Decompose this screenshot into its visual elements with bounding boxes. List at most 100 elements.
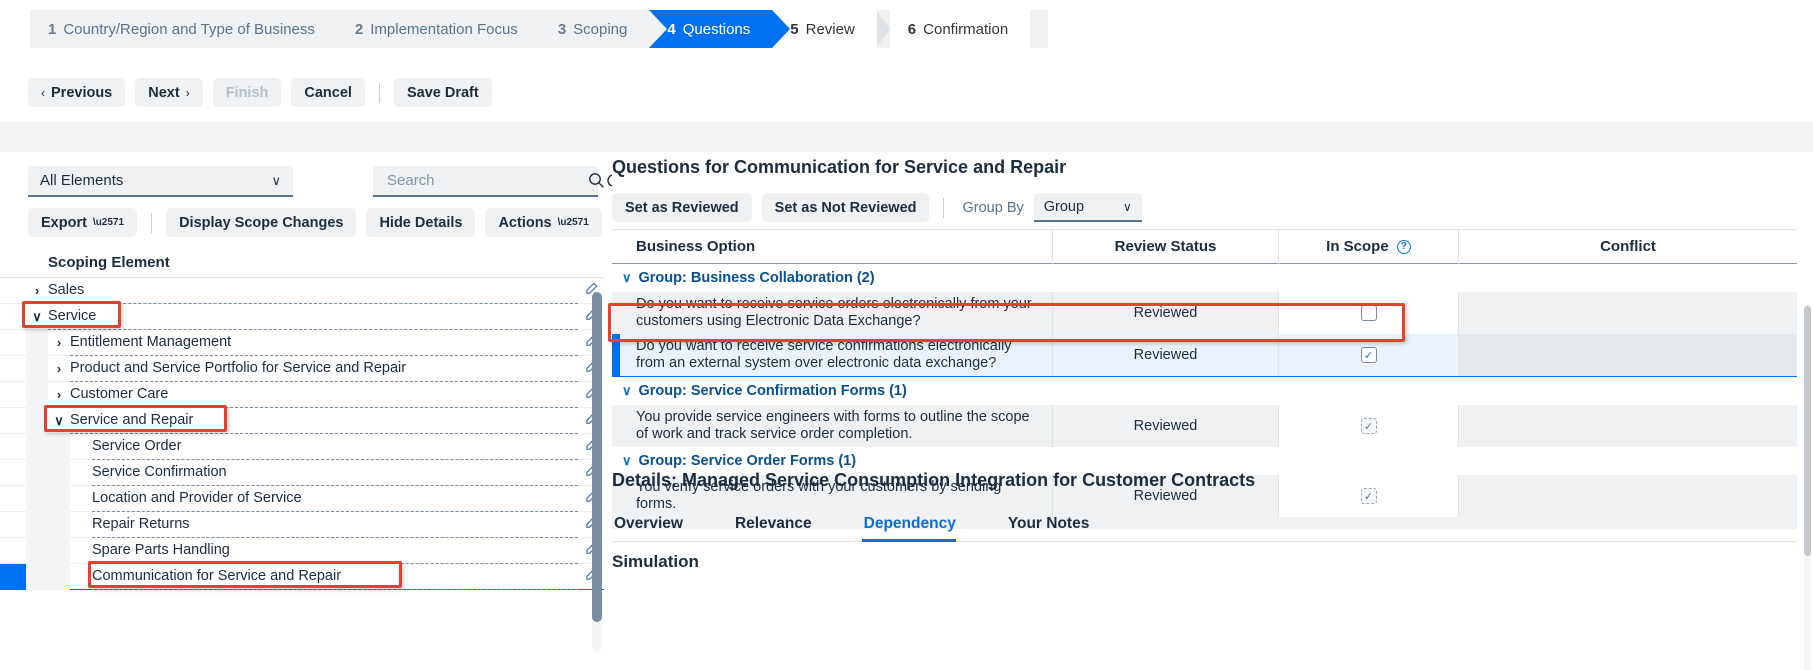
cancel-button[interactable]: Cancel xyxy=(291,78,365,107)
chevron-down-icon: ∨ xyxy=(271,172,281,188)
tree-row[interactable]: Spare Parts Handlingx xyxy=(0,537,604,564)
chevron-right-icon[interactable]: › xyxy=(48,356,70,382)
wizard-step-3[interactable]: 3 Scoping xyxy=(539,10,650,48)
chevron-down-icon[interactable]: ∨ xyxy=(622,453,632,469)
chevron-right-icon[interactable]: › xyxy=(26,278,48,304)
question-row-selection-indicator xyxy=(612,334,620,376)
column-header-in-scope-label: In Scope xyxy=(1326,238,1389,255)
display-scope-changes-button[interactable]: Display Scope Changes xyxy=(166,208,357,237)
tree-row-selection-indicator xyxy=(0,330,26,356)
question-in-scope-cell: ✓ xyxy=(1278,334,1458,376)
tree-row[interactable]: Service Orderx xyxy=(0,433,604,460)
tree-row[interactable]: Repair Returnsx xyxy=(0,511,604,538)
set-as-reviewed-button[interactable]: Set as Reviewed xyxy=(612,193,752,222)
save-draft-button[interactable]: Save Draft xyxy=(393,78,492,107)
tree-column-header-label: Scoping Element xyxy=(48,253,170,271)
previous-button[interactable]: ‹ Previous xyxy=(28,78,126,107)
header-band-divider xyxy=(0,122,1813,152)
in-scope-checkbox[interactable] xyxy=(1360,305,1377,321)
question-group-header[interactable]: ∨ Group: Service Confirmation Forms (1) xyxy=(612,377,1797,405)
question-row[interactable]: You provide service engineers with forms… xyxy=(612,405,1797,447)
wizard-step-2[interactable]: 2 Implementation Focus xyxy=(336,10,540,48)
tree-row-selection-indicator xyxy=(0,356,26,382)
simulation-section-title: Simulation xyxy=(612,552,699,571)
questions-toolbar: Set as Reviewed Set as Not Reviewed Grou… xyxy=(612,193,1142,222)
tree-row[interactable]: ›Customer Carex xyxy=(0,381,604,408)
question-row[interactable]: Do you want to receive service confirmat… xyxy=(612,334,1797,377)
question-conflict-cell xyxy=(1458,405,1797,447)
question-row-selection-indicator xyxy=(612,405,620,447)
page-scrollbar[interactable] xyxy=(1804,306,1811,670)
search-field[interactable] xyxy=(373,166,620,197)
tree-row-indent xyxy=(26,407,48,434)
tab-dependency[interactable]: Dependency xyxy=(861,515,980,542)
actions-button[interactable]: Actions \u2571 xyxy=(485,208,602,237)
tree-row-label: Product and Service Portfolio for Servic… xyxy=(70,360,417,376)
chevron-down-icon[interactable]: ∨ xyxy=(26,304,48,330)
tree-row-indent xyxy=(26,329,48,356)
tree-row-label-wrap: Service Order xyxy=(92,434,578,460)
question-group-label: Group: Business Collaboration (2) xyxy=(638,270,875,286)
in-scope-checkbox[interactable]: ✓ xyxy=(1360,347,1377,363)
tree-row[interactable]: ∨Servicex xyxy=(0,304,604,330)
column-header-conflict[interactable]: Conflict xyxy=(1458,229,1797,264)
tree-row-label: Spare Parts Handling xyxy=(92,542,240,558)
group-by-select[interactable]: Group ∨ xyxy=(1033,193,1142,222)
wizard-step-1[interactable]: 1 Country/Region and Type of Business xyxy=(30,10,337,48)
column-header-review-status[interactable]: Review Status xyxy=(1052,229,1278,264)
wizard-step-label: Scoping xyxy=(573,20,628,38)
tree-scrollbar[interactable] xyxy=(592,292,602,652)
tab-overview[interactable]: Overview xyxy=(612,515,707,541)
elements-filter-select[interactable]: All Elements ∨ xyxy=(28,166,293,197)
search-icon[interactable] xyxy=(588,169,605,193)
wizard-header: 1 Country/Region and Type of Business 2 Imp… xyxy=(0,0,1813,152)
question-row[interactable]: Do you want to receive service orders el… xyxy=(612,292,1797,334)
tree-row[interactable]: ›Entitlement Managementx xyxy=(0,329,604,356)
column-header-in-scope[interactable]: In Scope ? xyxy=(1278,229,1458,264)
tree-row-label: Repair Returns xyxy=(92,516,200,532)
tree-row[interactable]: Service Confirmationx xyxy=(0,459,604,486)
chevron-down-icon[interactable]: ∨ xyxy=(622,270,632,286)
tab-relevance[interactable]: Relevance xyxy=(733,515,836,541)
tree-row[interactable]: ∨Service and Repairx xyxy=(0,407,604,434)
chevron-right-icon[interactable]: › xyxy=(48,330,70,356)
question-option-text: Do you want to receive service orders el… xyxy=(636,296,1032,329)
tree-row[interactable]: › Product and Service Portfolio for Servi… xyxy=(0,355,604,382)
chevron-down-icon[interactable]: ∨ xyxy=(48,408,70,434)
left-toolbar-divider xyxy=(151,212,153,233)
search-input[interactable] xyxy=(385,171,588,190)
tree-row-selection-indicator xyxy=(0,512,26,538)
export-button[interactable]: Export \u2571 xyxy=(28,208,138,237)
tree-row-label: Location and Provider of Service xyxy=(92,490,312,506)
question-group-header[interactable]: ∨ Group: Business Collaboration (2) xyxy=(612,264,1797,292)
page-scrollbar-thumb[interactable] xyxy=(1804,306,1811,556)
wizard-step-separator-icon xyxy=(875,10,890,48)
tab-your-notes[interactable]: Your Notes xyxy=(1006,515,1114,541)
tree-row-label: Sales xyxy=(48,282,95,298)
next-button[interactable]: Next › xyxy=(135,78,203,107)
question-review-status: Reviewed xyxy=(1052,292,1278,334)
wizard-step-number: 1 xyxy=(48,20,57,38)
chevron-down-icon[interactable]: ∨ xyxy=(622,383,632,399)
chevron-right-icon[interactable]: › xyxy=(48,382,70,408)
left-panel-action-toolbar: Export \u2571 Display Scope Changes Hide… xyxy=(28,208,602,237)
tree-row-selection-indicator xyxy=(0,278,26,304)
wizard-step-label: Review xyxy=(805,20,855,38)
wizard-step-4[interactable]: 4 Questions xyxy=(649,10,791,48)
tree-scrollbar-thumb[interactable] xyxy=(592,292,602,622)
tree-row-label: Entitlement Management xyxy=(70,334,242,350)
column-header-business-option[interactable]: Business Option xyxy=(612,238,1052,255)
help-icon[interactable]: ? xyxy=(1396,240,1411,255)
hide-details-button[interactable]: Hide Details xyxy=(366,208,476,237)
tree-row[interactable]: Location and Provider of Servicex xyxy=(0,485,604,512)
wizard-step-6[interactable]: 6 Confirmation xyxy=(889,10,1031,48)
set-as-not-reviewed-button[interactable]: Set as Not Reviewed xyxy=(761,193,930,222)
tree-row-label-wrap: Repair Returns xyxy=(92,512,578,538)
tree-row-selection-indicator xyxy=(0,434,26,460)
tree-row[interactable]: ›Salesx xyxy=(0,278,604,304)
wizard-step-number: 3 xyxy=(557,20,567,38)
tree-row-selection-indicator xyxy=(0,408,26,434)
actions-button-label: Actions xyxy=(498,214,552,231)
wizard-step-number: 4 xyxy=(667,20,676,38)
tree-row[interactable]: Communication for Service and Repairx xyxy=(0,563,604,590)
